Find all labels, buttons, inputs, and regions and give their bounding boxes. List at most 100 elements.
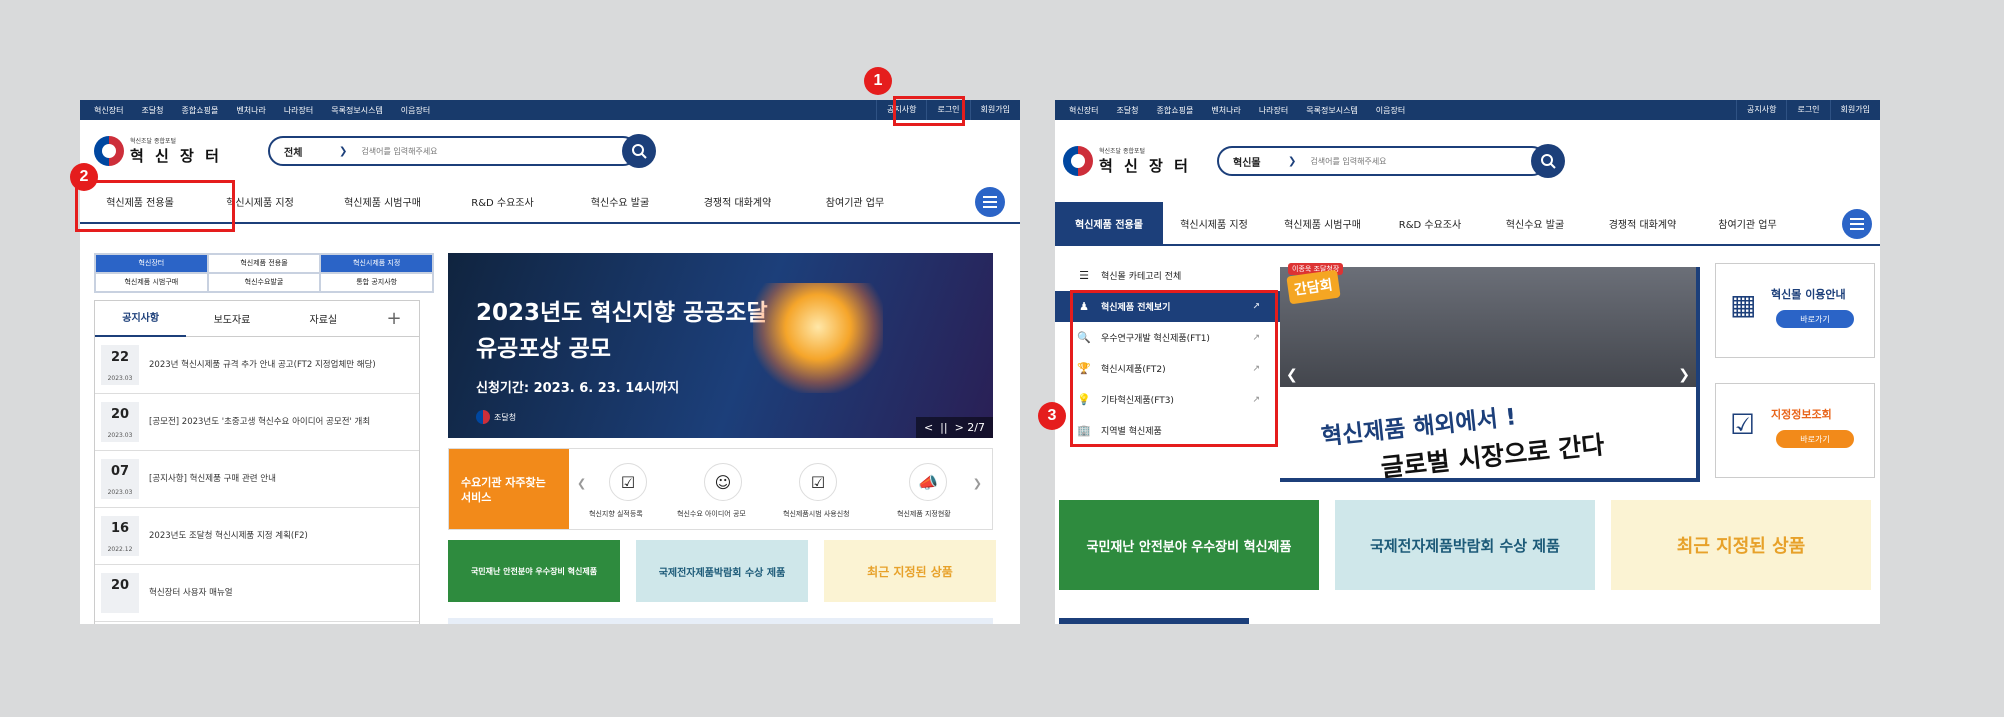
nav-rnd-survey[interactable]: R&D 수요조사: [1380, 216, 1480, 231]
promo-ces-award[interactable]: 국제전자제품박람회 수상 제품: [636, 540, 808, 602]
main-banner[interactable]: 이종욱 조달청장 간담회 ❮ ❯ 혁신제품 해외에서 ! 글로벌 시장으로 간다: [1280, 263, 1700, 482]
util-link[interactable]: 조달청: [141, 105, 163, 116]
notice-title[interactable]: [공지사항] 혁신제품 구매 관련 안내: [149, 473, 276, 486]
list-item[interactable]: 22 2023.03 2023년 혁신시제품 규격 추가 안내 공고(FT2 지정…: [95, 337, 419, 394]
checklist-icon[interactable]: ☑: [799, 463, 837, 501]
util-link[interactable]: 이음장터: [401, 105, 430, 116]
menu-icon[interactable]: [975, 187, 1005, 217]
promo-ces-award[interactable]: 국제전자제품박람회 수상 제품: [1335, 500, 1595, 590]
designation-info-button[interactable]: 바로가기: [1776, 430, 1854, 448]
signup-link[interactable]: 회원가입: [969, 100, 1020, 120]
search-button[interactable]: [1531, 144, 1565, 178]
tab-press[interactable]: 보도자료: [186, 311, 277, 326]
chevron-down-icon[interactable]: ❯: [1288, 156, 1296, 167]
nav-competitive-contract[interactable]: 경쟁적 대화계약: [1590, 216, 1695, 231]
next-arrow-icon[interactable]: ❯: [973, 477, 982, 490]
util-link[interactable]: 목록정보시스템: [1306, 105, 1358, 116]
tab-notices[interactable]: 공지사항: [95, 301, 187, 337]
step-marker-3: 3: [1038, 402, 1066, 430]
logo-subtitle: 혁신조달 종합포털: [1099, 148, 1146, 155]
category-all[interactable]: ☰ 혁신몰 카테고리 전체: [1055, 260, 1280, 291]
util-link[interactable]: 조달청: [1116, 105, 1138, 116]
service-label[interactable]: 혁신제품시범 사용신청: [783, 509, 850, 519]
mall-guide-box[interactable]: ▦ 혁신몰 이용안내 바로가기: [1715, 263, 1875, 358]
prev-arrow-icon[interactable]: <: [924, 421, 933, 434]
util-link[interactable]: 종합쇼핑몰: [182, 105, 219, 116]
notice-title[interactable]: 혁신장터 사용자 매뉴얼: [149, 587, 233, 600]
notice-title[interactable]: [공모전] 2023년도 '초중고생 혁신수요 아이디어 공모전' 개최: [149, 416, 370, 429]
login-link[interactable]: 로그인: [1786, 100, 1829, 120]
site-logo[interactable]: 혁신조달 종합포털 혁 신 장 터: [94, 136, 222, 166]
highlight-category-list: [1070, 290, 1278, 447]
tab-library[interactable]: 자료실: [278, 311, 369, 326]
mall-guide-button[interactable]: 바로가기: [1776, 310, 1854, 328]
chevron-down-icon[interactable]: ❯: [339, 146, 347, 157]
banner-headline-1: 2023년도 혁신지향 공공조달: [476, 300, 768, 326]
more-plus-icon[interactable]: +: [369, 308, 419, 329]
nav-agency-work[interactable]: 참여기관 업무: [795, 194, 915, 209]
search-input[interactable]: [361, 146, 582, 156]
main-banner[interactable]: 2023년도 혁신지향 공공조달 유공포상 공모 신청기간: 2023. 6. …: [448, 253, 993, 438]
nav-competitive-contract[interactable]: 경쟁적 대화계약: [680, 194, 795, 209]
util-link[interactable]: 혁신장터: [94, 105, 123, 116]
list-item[interactable]: 20 2023.03 [공모전] 2023년도 '초중고생 혁신수요 아이디어 공…: [95, 394, 419, 451]
nav-prototype-designation[interactable]: 혁신시제품 지정: [1163, 216, 1265, 231]
quick-tab[interactable]: 혁신제품 시범구매: [95, 273, 208, 292]
quick-tab[interactable]: 혁신시제품 지정: [320, 254, 433, 273]
nav-demand-discovery[interactable]: 혁신수요 발굴: [560, 194, 680, 209]
checklist-icon[interactable]: ☑: [609, 463, 647, 501]
service-label[interactable]: 혁신제품 지정현황: [897, 509, 951, 519]
util-link[interactable]: 혁신장터: [1069, 105, 1098, 116]
util-link[interactable]: 종합쇼핑몰: [1157, 105, 1194, 116]
util-link[interactable]: 나라장터: [284, 105, 313, 116]
list-item[interactable]: 16 2022.12 2023년도 조달청 혁신시제품 지정 계획(F2): [95, 508, 419, 565]
banner-date: 신청기간: 2023. 6. 23. 14시까지: [476, 381, 680, 396]
nav-rnd-survey[interactable]: R&D 수요조사: [445, 194, 560, 209]
prev-arrow-icon[interactable]: ❮: [1286, 367, 1298, 383]
notice-link[interactable]: 공지사항: [1736, 100, 1786, 120]
next-arrow-icon[interactable]: >: [955, 421, 964, 434]
utility-bar: 혁신장터 조달청 종합쇼핑몰 벤처나라 나라장터 목록정보시스템 이음장터 공지…: [1055, 100, 1880, 120]
promo-disaster-safety[interactable]: 국민재난 안전분야 우수장비 혁신제품: [448, 540, 620, 602]
search-scope-select[interactable]: 혁신몰: [1233, 154, 1288, 169]
site-logo[interactable]: 혁신조달 종합포털 혁 신 장 터: [1063, 146, 1191, 176]
service-label[interactable]: 혁신지향 실적등록: [589, 509, 643, 519]
notice-day: 16: [110, 521, 130, 536]
pause-icon[interactable]: ||: [937, 421, 951, 434]
list-item[interactable]: 20 혁신장터 사용자 매뉴얼: [95, 565, 419, 622]
quick-tab[interactable]: 혁신장터: [95, 254, 208, 273]
util-link[interactable]: 목록정보시스템: [331, 105, 383, 116]
util-link[interactable]: 벤처나라: [236, 105, 265, 116]
nav-demand-discovery[interactable]: 혁신수요 발굴: [1480, 216, 1590, 231]
promo-recent-designated[interactable]: 최근 지정된 상품: [824, 540, 996, 602]
step-marker-1: 1: [864, 67, 892, 95]
nav-pilot-purchase[interactable]: 혁신제품 시범구매: [320, 194, 445, 209]
menu-icon[interactable]: [1842, 209, 1872, 239]
nav-agency-work[interactable]: 참여기관 업무: [1695, 216, 1800, 231]
nav-pilot-purchase[interactable]: 혁신제품 시범구매: [1265, 216, 1380, 231]
quick-tab[interactable]: 혁신수요발굴: [207, 273, 321, 292]
search-button[interactable]: [622, 134, 656, 168]
list-item[interactable]: 07 2023.03 [공지사항] 혁신제품 구매 관련 안내: [95, 451, 419, 508]
nav-innovation-mall[interactable]: 혁신제품 전용몰: [1055, 202, 1163, 244]
search-bar: 전체 ❯: [268, 134, 656, 168]
list-icon: ☰: [1079, 269, 1089, 282]
promo-disaster-safety[interactable]: 국민재난 안전분야 우수장비 혁신제품: [1059, 500, 1319, 590]
screenshot-before: 혁신장터 조달청 종합쇼핑몰 벤처나라 나라장터 목록정보시스템 이음장터 공지…: [80, 100, 1020, 624]
search-input[interactable]: [1310, 156, 1531, 166]
util-link[interactable]: 벤처나라: [1211, 105, 1240, 116]
prev-arrow-icon[interactable]: ❮: [577, 477, 586, 490]
quick-tab[interactable]: 통합 공지사항: [320, 273, 433, 292]
signup-link[interactable]: 회원가입: [1829, 100, 1880, 120]
quick-tab[interactable]: 혁신제품 전용몰: [207, 254, 321, 273]
util-link[interactable]: 이음장터: [1376, 105, 1405, 116]
designation-info-box[interactable]: ☑ 지정정보조회 바로가기: [1715, 383, 1875, 478]
promo-recent-designated[interactable]: 최근 지정된 상품: [1611, 500, 1871, 590]
notice-title[interactable]: 2023년도 조달청 혁신시제품 지정 계획(F2): [149, 530, 308, 543]
megaphone-icon[interactable]: 📣: [909, 463, 947, 501]
service-label[interactable]: 혁신수요 아이디어 공모: [677, 509, 746, 519]
util-link[interactable]: 나라장터: [1259, 105, 1288, 116]
idea-icon[interactable]: ☺: [704, 463, 742, 501]
search-scope-select[interactable]: 전체: [284, 144, 339, 159]
notice-title[interactable]: 2023년 혁신시제품 규격 추가 안내 공고(FT2 지정업체만 해당): [149, 359, 376, 372]
